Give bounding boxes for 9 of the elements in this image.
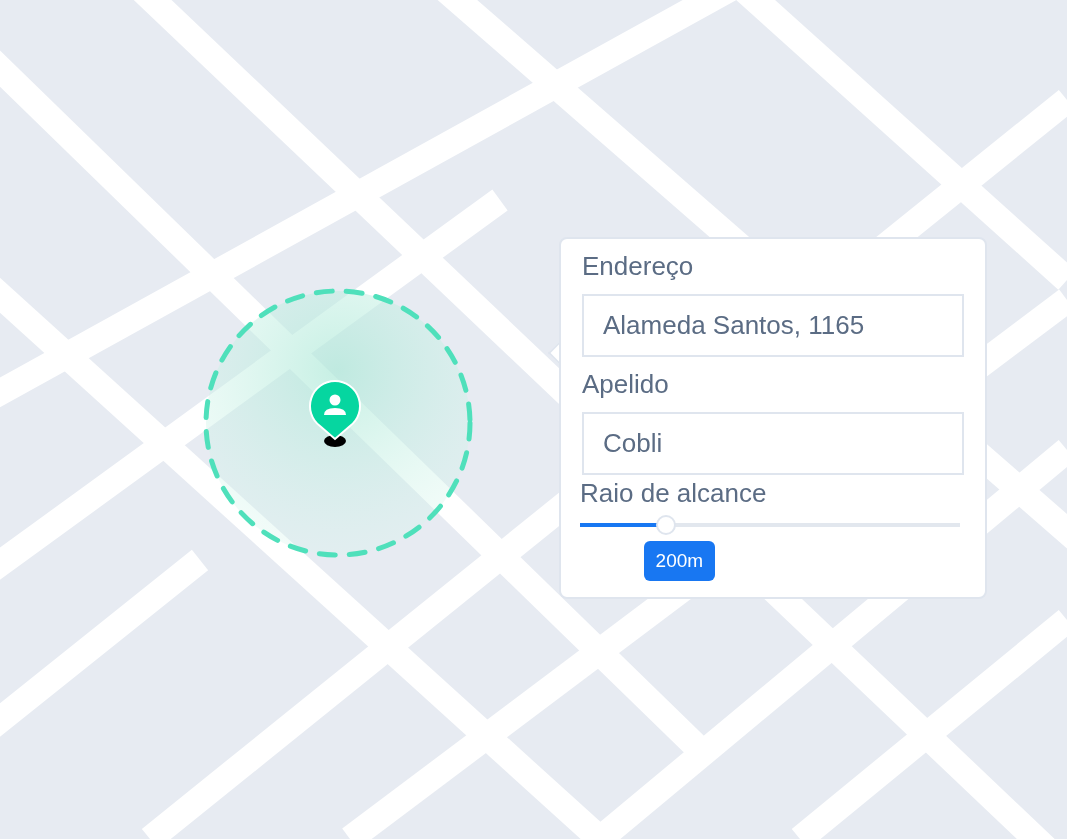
field-label: Apelido [582,368,670,401]
slider-thumb[interactable] [655,515,676,535]
location-pin-icon[interactable] [307,379,363,449]
field-label: Endereço [582,250,695,283]
slider-label: Raio de alcance [580,477,768,509]
slider[interactable] [580,514,960,536]
text-field[interactable]: Alameda Santos, 1165 [582,294,964,357]
text-field[interactable]: Cobli [582,412,964,475]
slider-value: 200m [643,541,716,581]
